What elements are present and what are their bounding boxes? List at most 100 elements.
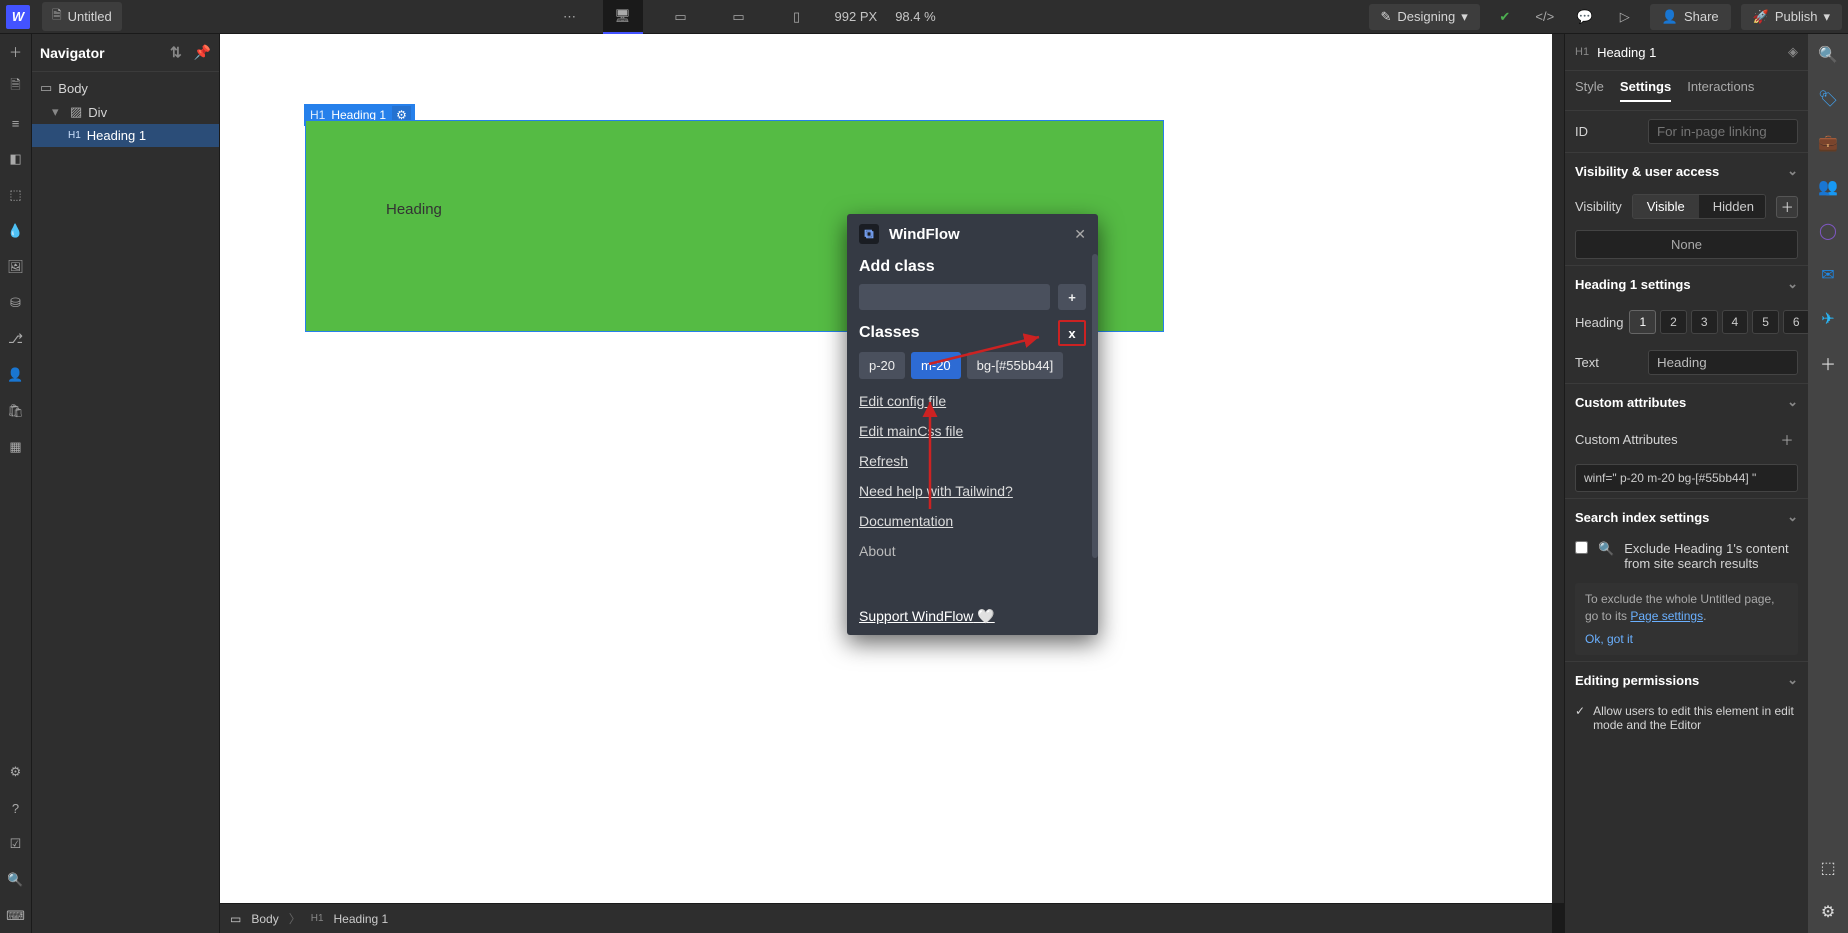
- cms-icon[interactable]: ⛁: [7, 294, 25, 312]
- landscape-phone-icon[interactable]: ▭: [719, 0, 759, 34]
- collapse-icon[interactable]: ▾: [52, 104, 64, 120]
- close-icon[interactable]: ✕: [1074, 226, 1086, 243]
- tab-settings[interactable]: Settings: [1620, 79, 1671, 102]
- style-manager-icon[interactable]: 💧: [7, 222, 25, 240]
- add-class-input[interactable]: [859, 284, 1050, 310]
- help-icon[interactable]: ?: [7, 799, 25, 817]
- components-icon[interactable]: ◧: [7, 150, 25, 168]
- id-input[interactable]: [1648, 119, 1798, 144]
- ext-tag-icon[interactable]: 🏷: [1817, 88, 1839, 110]
- breadcrumb-tag: H1: [311, 913, 324, 924]
- logic-icon[interactable]: ⎇: [7, 330, 25, 348]
- ext-settings-icon[interactable]: ⚙: [1817, 901, 1839, 923]
- desktop-device-icon[interactable]: 🖥: [603, 0, 643, 34]
- chevron-down-icon[interactable]: ⌄: [1787, 672, 1798, 688]
- nav-item-heading1[interactable]: H1 Heading 1: [32, 124, 219, 147]
- custom-attr-value[interactable]: winf=" p-20 m-20 bg-[#55bb44] ": [1575, 464, 1798, 492]
- ext-office-icon[interactable]: ◯: [1817, 220, 1839, 242]
- preview-icon[interactable]: ▷: [1610, 2, 1640, 32]
- ok-got-it-link[interactable]: Ok, got it: [1585, 631, 1788, 648]
- class-chip-p20[interactable]: p-20: [859, 352, 905, 379]
- breadcrumb-body[interactable]: Body: [251, 912, 278, 926]
- navigator-icon[interactable]: ≡: [7, 114, 25, 132]
- edit-maincss-link[interactable]: Edit mainCss file: [859, 423, 1086, 439]
- brush-icon: ✎: [1381, 9, 1392, 25]
- search-index-section: Search index settings: [1575, 510, 1709, 525]
- add-attribute-button[interactable]: ＋: [1776, 428, 1798, 450]
- heading-label: Heading: [1575, 315, 1623, 330]
- heading-level-5[interactable]: 5: [1752, 310, 1779, 334]
- refresh-link[interactable]: Refresh: [859, 453, 1086, 469]
- exclude-search-checkbox[interactable]: [1575, 541, 1588, 554]
- vertical-scrollbar[interactable]: [1552, 34, 1564, 903]
- heading-level-4[interactable]: 4: [1722, 310, 1749, 334]
- keyboard-icon[interactable]: ⌨: [7, 907, 25, 925]
- nav-item-div[interactable]: ▾ ▨ Div: [32, 100, 219, 124]
- visibility-add-button[interactable]: ＋: [1776, 196, 1798, 218]
- ext-send-icon[interactable]: ✈: [1817, 308, 1839, 330]
- webflow-logo[interactable]: W: [6, 5, 30, 29]
- ext-briefcase-icon[interactable]: 💼: [1817, 132, 1839, 154]
- help-link[interactable]: Need help with Tailwind?: [859, 483, 1086, 499]
- share-button[interactable]: 👤 Share: [1650, 4, 1731, 30]
- ext-people-icon[interactable]: 👥: [1817, 176, 1839, 198]
- visibility-hidden[interactable]: Hidden: [1699, 195, 1767, 218]
- assets-icon[interactable]: 🖼: [7, 258, 25, 276]
- pages-icon[interactable]: 🗎: [7, 78, 25, 96]
- chevron-down-icon[interactable]: ⌄: [1787, 276, 1798, 292]
- nav-item-body[interactable]: ▭ Body: [32, 76, 219, 100]
- panel-tabs: Style Settings Interactions: [1565, 71, 1808, 111]
- code-icon[interactable]: </>: [1530, 2, 1560, 32]
- chevron-down-icon: ▾: [1461, 9, 1468, 25]
- publish-button[interactable]: 🚀 Publish ▾: [1741, 4, 1842, 30]
- visibility-none[interactable]: None: [1575, 230, 1798, 259]
- class-chip-m20[interactable]: m-20: [911, 352, 961, 379]
- search-icon[interactable]: 🔍: [7, 871, 25, 889]
- more-icon[interactable]: ⋯: [555, 2, 585, 32]
- chevron-down-icon[interactable]: ⌄: [1787, 394, 1798, 410]
- comment-icon[interactable]: 💬: [1570, 2, 1600, 32]
- visibility-visible[interactable]: Visible: [1633, 195, 1699, 218]
- windflow-scrollbar[interactable]: [1092, 254, 1098, 558]
- add-element-icon[interactable]: ＋: [7, 42, 25, 60]
- tablet-device-icon[interactable]: ▭: [661, 0, 701, 34]
- variables-icon[interactable]: ⬚: [7, 186, 25, 204]
- breadcrumb-h1[interactable]: Heading 1: [334, 912, 389, 926]
- phone-device-icon[interactable]: ▯: [777, 0, 817, 34]
- ext-select-icon[interactable]: ⬚: [1817, 857, 1839, 879]
- component-create-icon[interactable]: ◈: [1788, 44, 1798, 60]
- pin-icon[interactable]: 📌: [194, 44, 211, 60]
- heading-level-3[interactable]: 3: [1691, 310, 1718, 334]
- heading-level-1[interactable]: 1: [1629, 310, 1656, 334]
- edit-config-link[interactable]: Edit config file: [859, 393, 1086, 409]
- class-chip-bg[interactable]: bg-[#55bb44]: [967, 352, 1064, 379]
- ext-plus-icon[interactable]: ＋: [1817, 352, 1839, 374]
- heading-level-6[interactable]: 6: [1783, 310, 1808, 334]
- designing-button[interactable]: ✎ Designing ▾: [1369, 4, 1480, 30]
- settings-icon[interactable]: ⚙: [7, 763, 25, 781]
- ext-outlook-icon[interactable]: ✉: [1817, 264, 1839, 286]
- docs-link[interactable]: Documentation: [859, 513, 1086, 529]
- heading-text-input[interactable]: [1648, 350, 1798, 375]
- add-class-button[interactable]: +: [1058, 284, 1086, 310]
- delete-class-button[interactable]: x: [1058, 320, 1086, 346]
- support-link[interactable]: Support WindFlow 🤍: [859, 608, 995, 624]
- ext-search-icon[interactable]: 🔍: [1817, 44, 1839, 66]
- audit-icon[interactable]: ☑: [7, 835, 25, 853]
- page-title-button[interactable]: 🗎 Untitled: [42, 2, 122, 31]
- about-link[interactable]: About: [859, 543, 1086, 559]
- search-hint: To exclude the whole Untitled page, go t…: [1575, 583, 1798, 655]
- viewport-size: 992 PX: [835, 9, 878, 24]
- check-icon: ✓: [1575, 704, 1585, 718]
- chevron-down-icon[interactable]: ⌄: [1787, 509, 1798, 525]
- chevron-down-icon[interactable]: ⌄: [1787, 163, 1798, 179]
- expand-collapse-icon[interactable]: ⇅: [170, 44, 182, 60]
- tab-interactions[interactable]: Interactions: [1687, 79, 1754, 102]
- page-settings-link[interactable]: Page settings: [1630, 609, 1703, 623]
- tab-style[interactable]: Style: [1575, 79, 1604, 102]
- check-icon[interactable]: ✔: [1490, 2, 1520, 32]
- apps-icon[interactable]: ▦: [7, 438, 25, 456]
- ecommerce-icon[interactable]: 🛍: [7, 402, 25, 420]
- heading-level-2[interactable]: 2: [1660, 310, 1687, 334]
- users-icon[interactable]: 👤: [7, 366, 25, 384]
